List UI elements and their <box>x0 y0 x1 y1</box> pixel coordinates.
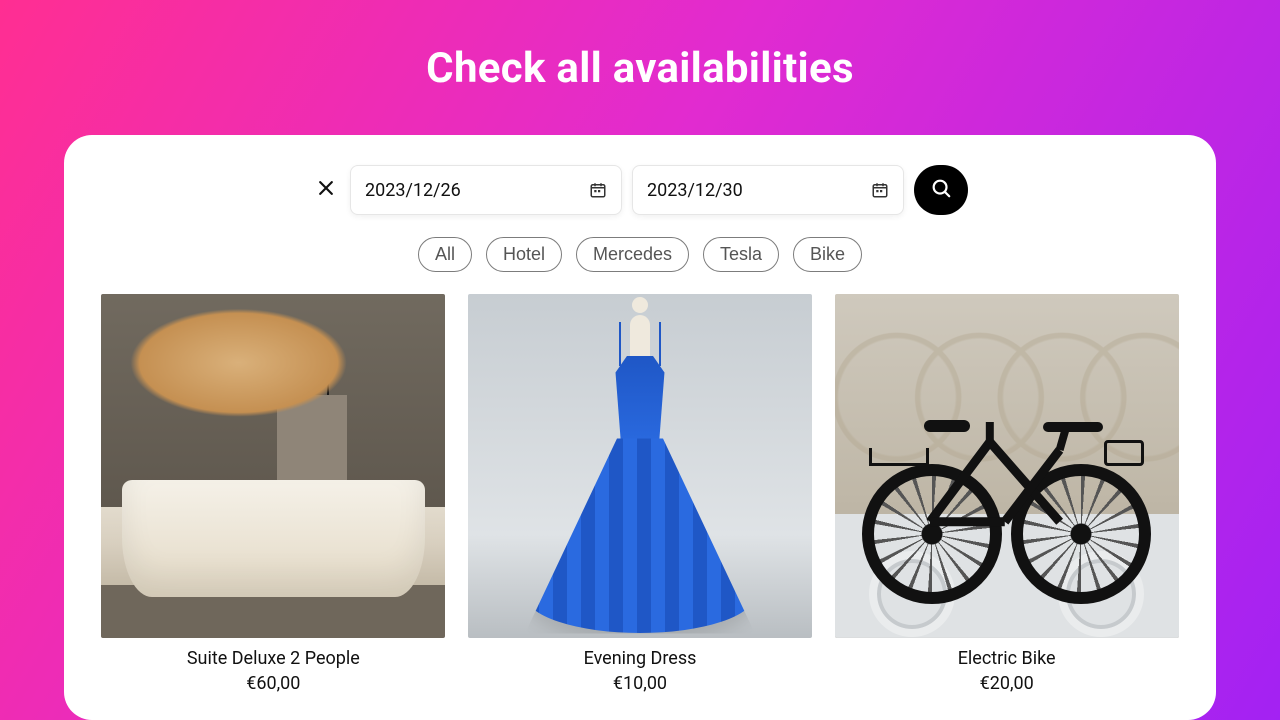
search-icon <box>930 177 952 203</box>
bike-seat <box>924 420 970 432</box>
filter-chip-tesla[interactable]: Tesla <box>703 237 779 272</box>
product-image-evening-dress <box>468 294 812 638</box>
dress-strap <box>619 322 621 366</box>
product-price: €20,00 <box>980 673 1034 694</box>
product-price: €60,00 <box>246 673 300 694</box>
bike-rack <box>869 448 929 466</box>
product-card[interactable]: Suite Deluxe 2 People €60,00 <box>100 294 447 694</box>
bike-basket <box>1104 440 1144 466</box>
close-icon <box>316 178 336 202</box>
product-image-hotel-room <box>101 294 445 638</box>
filter-chip-all[interactable]: All <box>418 237 472 272</box>
end-date-input[interactable]: 2023/12/30 <box>632 165 904 215</box>
start-date-value: 2023/12/26 <box>365 180 461 201</box>
calendar-icon <box>589 181 607 199</box>
calendar-icon <box>871 181 889 199</box>
product-name: Electric Bike <box>958 648 1056 669</box>
search-button[interactable] <box>914 165 968 215</box>
availability-panel: 2023/12/26 2023/12/30 All Hotel Mercede <box>64 135 1216 720</box>
dress-strap <box>659 322 661 366</box>
page-background: Check all availabilities 2023/12/26 2023… <box>0 0 1280 720</box>
product-price: €10,00 <box>613 673 667 694</box>
product-name: Evening Dress <box>584 648 697 669</box>
filter-row: All Hotel Mercedes Tesla Bike <box>100 237 1180 272</box>
product-image-electric-bike <box>835 294 1179 638</box>
bike-handlebars <box>1043 422 1103 432</box>
start-date-input[interactable]: 2023/12/26 <box>350 165 622 215</box>
product-card[interactable]: Evening Dress €10,00 <box>467 294 814 694</box>
clear-dates-button[interactable] <box>312 176 340 204</box>
product-grid: Suite Deluxe 2 People €60,00 Evening Dre… <box>100 294 1180 694</box>
dress-bodice <box>604 356 676 448</box>
bike-frame <box>910 422 1110 542</box>
dress-skirt <box>525 438 755 633</box>
search-bar: 2023/12/26 2023/12/30 <box>100 165 1180 215</box>
product-card[interactable]: Electric Bike €20,00 <box>833 294 1180 694</box>
filter-chip-mercedes[interactable]: Mercedes <box>576 237 689 272</box>
product-name: Suite Deluxe 2 People <box>187 648 360 669</box>
filter-chip-bike[interactable]: Bike <box>793 237 862 272</box>
end-date-value: 2023/12/30 <box>647 180 743 201</box>
page-title: Check all availabilities <box>426 44 854 93</box>
filter-chip-hotel[interactable]: Hotel <box>486 237 562 272</box>
